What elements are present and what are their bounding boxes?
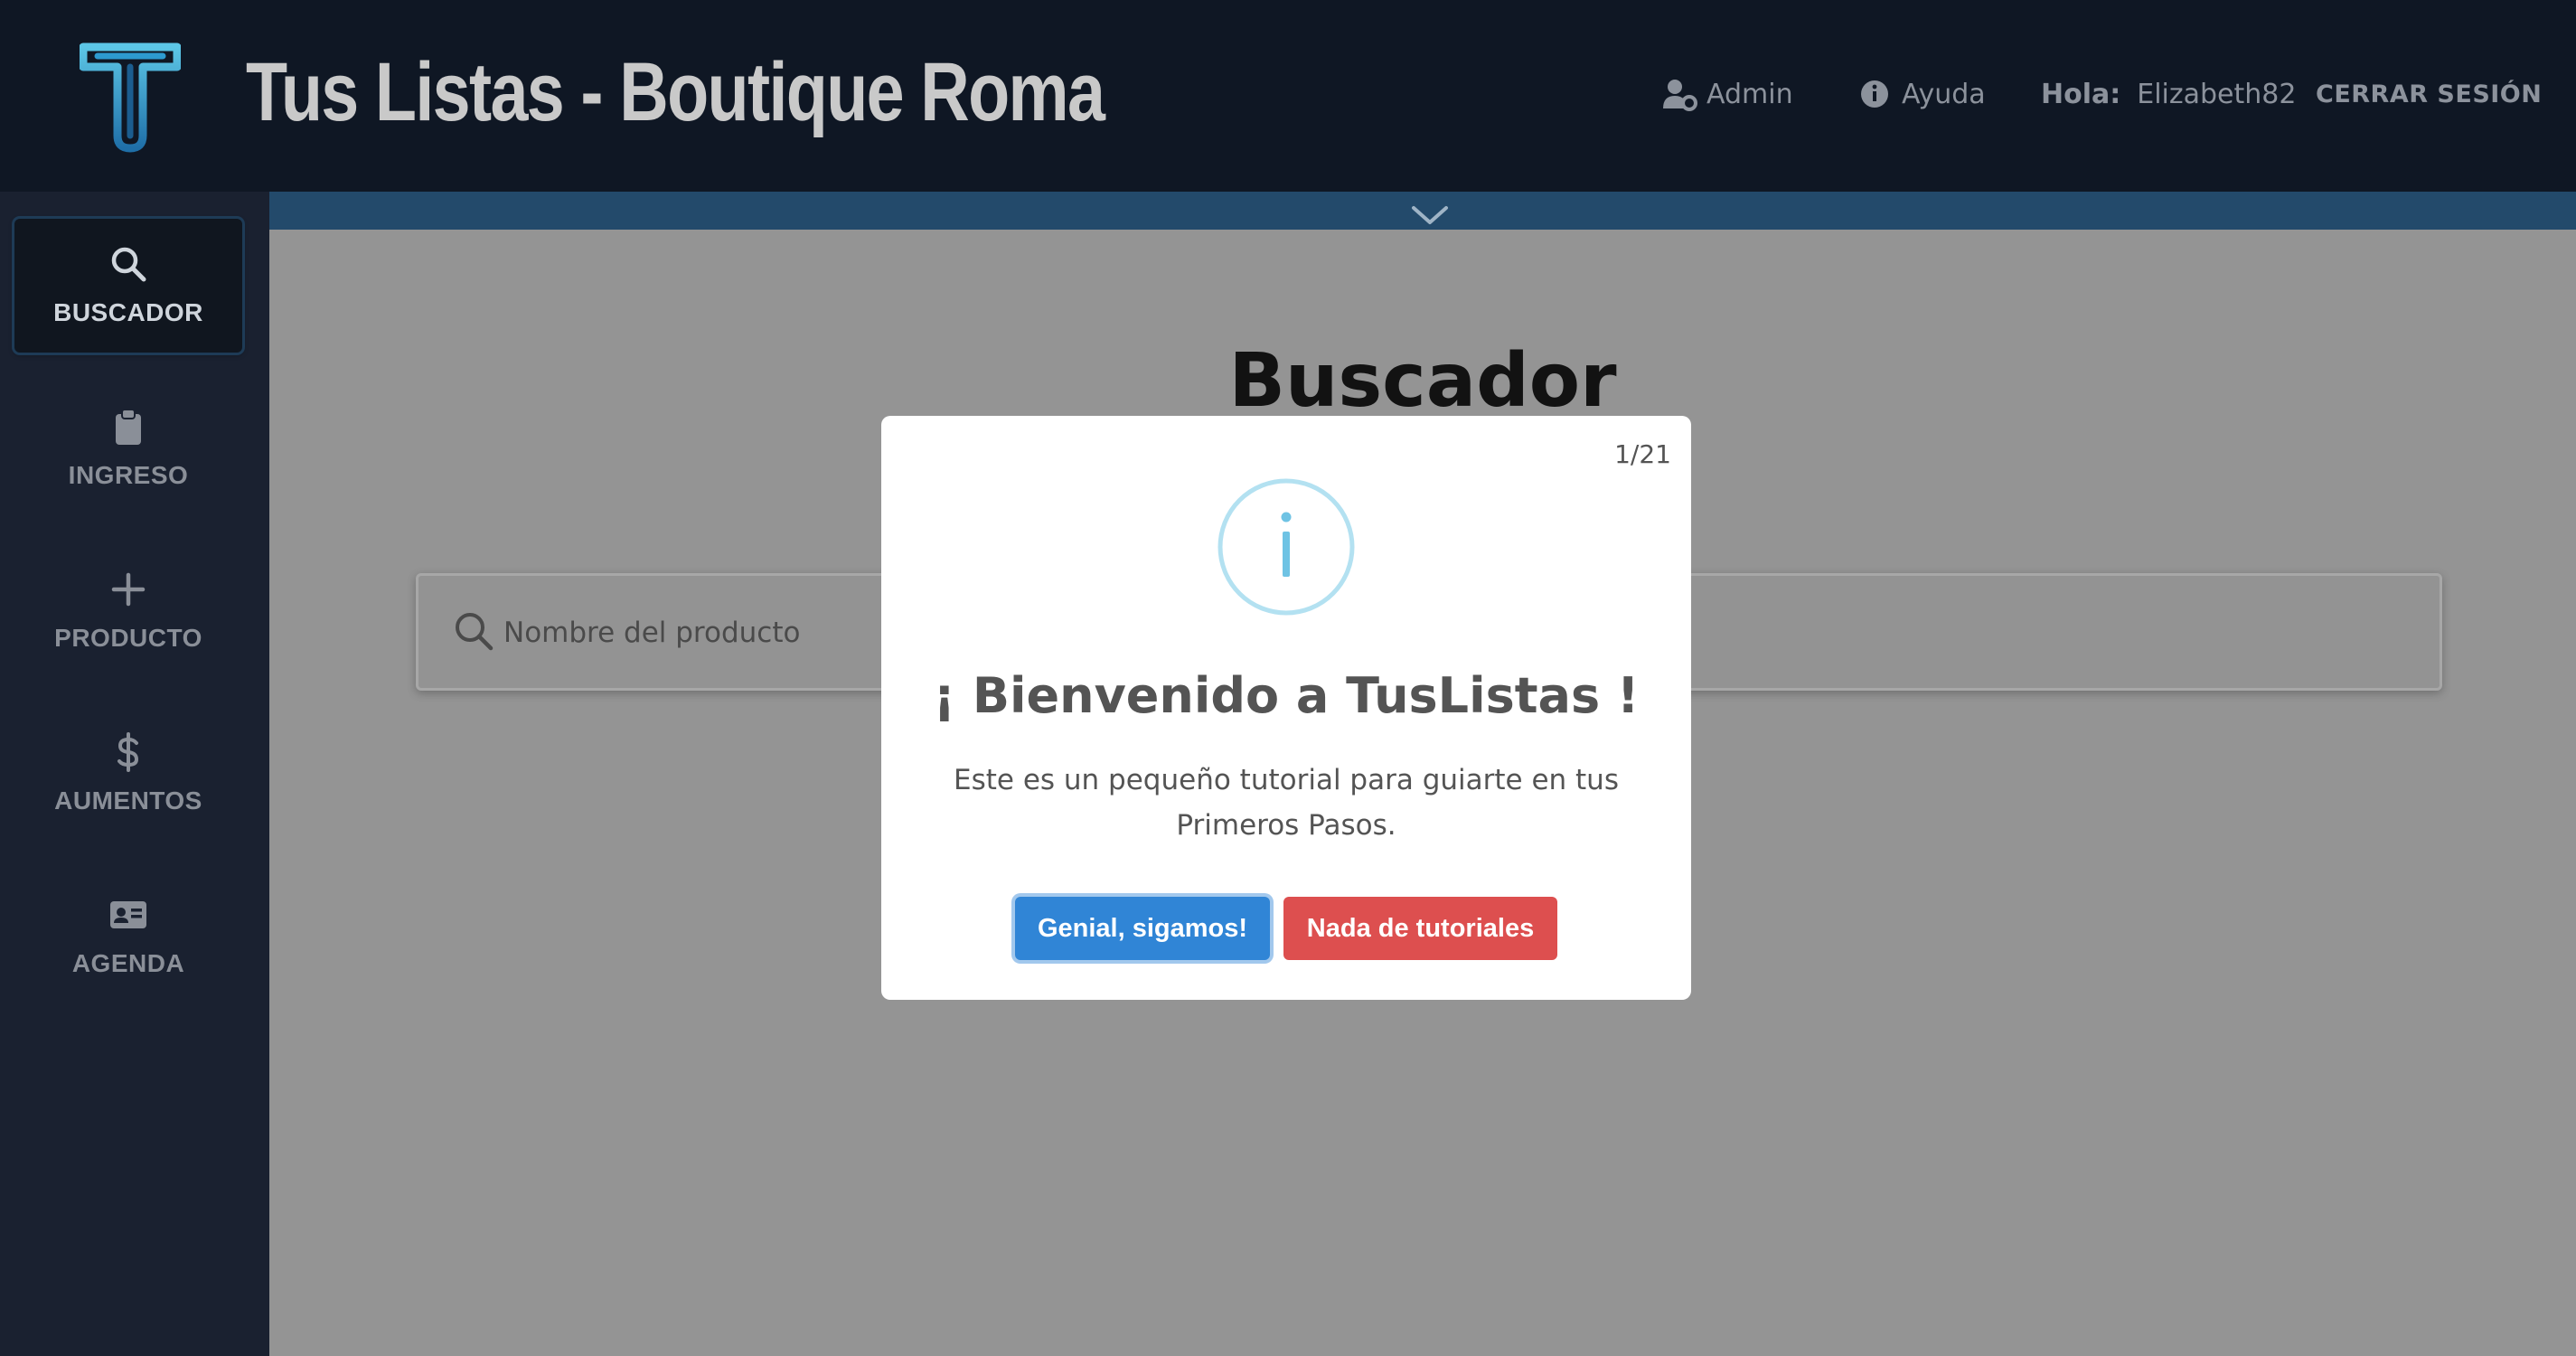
hello-label: Hola: xyxy=(2041,78,2121,110)
collapse-bar[interactable] xyxy=(269,192,2576,230)
modal-text: Este es un pequeño tutorial para guiarte… xyxy=(954,764,1619,842)
search-icon xyxy=(456,613,494,651)
user-greeting: Hola: Elizabeth82 xyxy=(2041,74,2296,114)
sidebar-item-label: PRODUCTO xyxy=(54,624,202,652)
step-counter: 1/21 xyxy=(1614,439,1671,469)
user-gear-icon xyxy=(1663,80,1697,111)
plus-icon xyxy=(111,572,146,607)
cancel-button[interactable]: Nada de tutoriales xyxy=(1283,897,1557,960)
app-header: Tus Listas - Boutique Roma Admin Ayuda H… xyxy=(0,0,2576,192)
info-circle-icon xyxy=(1861,80,1888,108)
sidebar-item-label: AGENDA xyxy=(71,949,185,977)
app-title: Tus Listas - Boutique Roma xyxy=(246,46,1105,138)
contact-card-icon xyxy=(110,901,146,928)
username: Elizabeth82 xyxy=(2137,78,2297,110)
tuslistas-logo[interactable] xyxy=(80,42,181,154)
admin-link[interactable]: Admin xyxy=(1661,74,1793,114)
sidebar-item-label: BUSCADOR xyxy=(53,298,203,326)
modal-title: ¡ Bienvenido a TusListas ! xyxy=(933,667,1640,724)
info-icon xyxy=(1217,478,1355,616)
sidebar-item-ingreso[interactable]: INGRESO xyxy=(14,381,242,515)
sidebar-item-aumentos[interactable]: AUMENTOS xyxy=(14,707,242,841)
sidebar: BUSCADOR INGRESO PRODUCTO AUMENTOS AGEND… xyxy=(0,192,269,1356)
sidebar-item-agenda[interactable]: AGENDA xyxy=(14,870,242,1003)
sidebar-item-label: AUMENTOS xyxy=(54,786,202,815)
chevron-down-icon[interactable] xyxy=(1410,204,1450,228)
page-title: Buscador xyxy=(1228,338,1617,424)
sidebar-item-buscador[interactable]: BUSCADOR xyxy=(14,219,242,353)
sidebar-item-label: INGRESO xyxy=(68,461,189,489)
help-link[interactable]: Ayuda xyxy=(1857,74,1986,114)
search-icon xyxy=(111,247,146,282)
help-label: Ayuda xyxy=(1902,78,1986,110)
clipboard-icon xyxy=(116,409,141,445)
logout-button[interactable]: CERRAR SESIÓN xyxy=(2316,74,2542,114)
confirm-button[interactable]: Genial, sigamos! xyxy=(1015,897,1270,960)
dollar-icon xyxy=(118,732,139,772)
sidebar-item-producto[interactable]: PRODUCTO xyxy=(14,544,242,678)
tutorial-modal: 1/21 ¡ Bienvenido a TusListas ! Este es … xyxy=(881,416,1691,1000)
admin-label: Admin xyxy=(1706,78,1793,110)
